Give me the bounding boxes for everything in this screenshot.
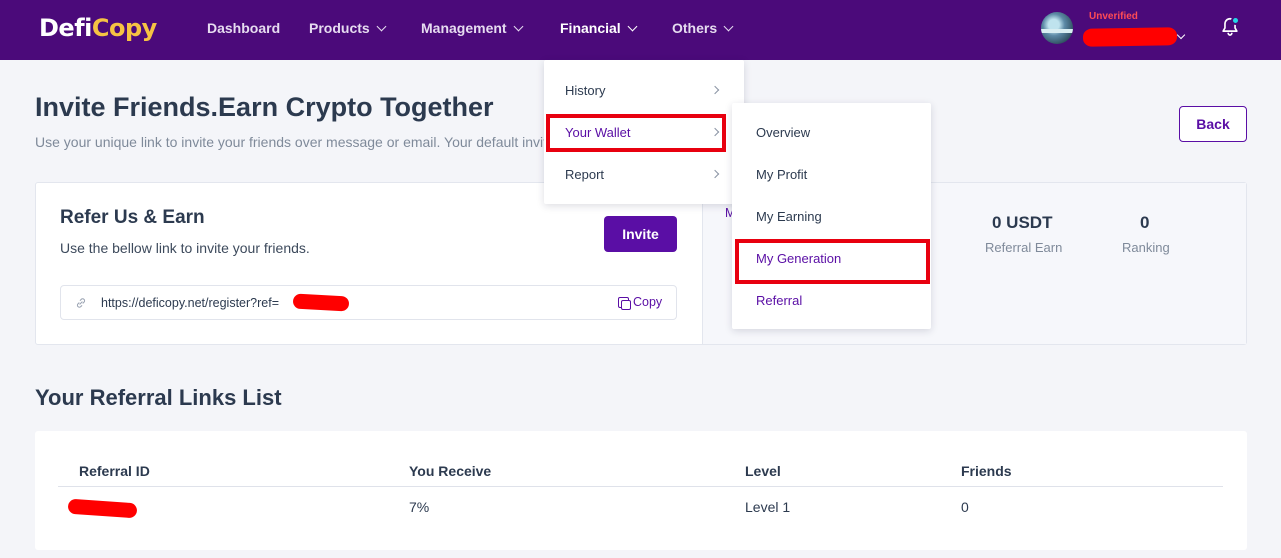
logo-text-defi: Defi	[39, 14, 92, 42]
copy-label: Copy	[633, 295, 663, 309]
nav-dashboard[interactable]: Dashboard	[207, 20, 280, 36]
nav-products[interactable]: Products	[309, 20, 387, 36]
nav-dashboard-label: Dashboard	[207, 20, 281, 36]
nav-management[interactable]: Management	[421, 20, 524, 36]
submenu-item-overview[interactable]: Overview	[756, 125, 810, 140]
redacted-ref-code	[292, 293, 350, 312]
menu-item-history[interactable]: History	[565, 83, 605, 98]
highlight-box-your-wallet	[546, 114, 726, 152]
nav-products-label: Products	[309, 20, 370, 36]
submenu-item-my-earning[interactable]: My Earning	[756, 209, 822, 224]
table-header-divider	[58, 486, 1223, 487]
deficopy-logo[interactable]: DefiCopy	[39, 14, 157, 42]
menu-item-report[interactable]: Report	[565, 167, 604, 182]
nav-financial[interactable]: Financial	[560, 20, 638, 36]
nav-others-label: Others	[672, 20, 718, 36]
chevron-down-icon	[376, 21, 387, 31]
column-header-you-receive: You Receive	[409, 463, 492, 479]
referral-table	[35, 431, 1247, 550]
referral-link-text: https://deficopy.net/register?ref=	[101, 296, 279, 310]
highlight-box-my-generation	[735, 239, 930, 284]
chevron-down-icon	[627, 21, 638, 31]
copy-link-button[interactable]: Copy	[618, 295, 663, 310]
refer-card-title: Refer Us & Earn	[60, 207, 205, 228]
column-header-referral-id: Referral ID	[79, 463, 150, 479]
cell-level: Level 1	[745, 499, 791, 515]
chevron-down-icon	[723, 21, 734, 31]
nav-financial-label: Financial	[560, 20, 621, 36]
referral-earn-label: Referral Earn	[985, 240, 1063, 255]
page-title: Invite Friends.Earn Crypto Together	[35, 92, 494, 122]
referral-earn-value: 0 USDT	[992, 213, 1053, 232]
chevron-down-icon	[513, 21, 524, 31]
page-subtitle: Use your unique link to invite your frie…	[35, 134, 548, 150]
back-button[interactable]: Back	[1179, 106, 1247, 142]
cell-you-receive: 7%	[409, 499, 430, 515]
redacted-username	[1082, 27, 1178, 47]
column-header-level: Level	[745, 463, 781, 479]
ranking-value: 0	[1140, 213, 1150, 232]
referral-list-title: Your Referral Links List	[35, 385, 282, 410]
submenu-item-referral[interactable]: Referral	[756, 293, 802, 308]
notification-dot	[1231, 16, 1240, 25]
column-header-friends: Friends	[961, 463, 1012, 479]
nav-management-label: Management	[421, 20, 507, 36]
referral-link-field[interactable]: https://deficopy.net/register?ref= Copy	[60, 285, 677, 320]
invite-button[interactable]: Invite	[604, 216, 677, 252]
user-avatar[interactable]	[1041, 12, 1073, 44]
logo-text-copy: Copy	[91, 14, 157, 42]
nav-others[interactable]: Others	[672, 20, 734, 36]
ranking-label: Ranking	[1122, 240, 1170, 255]
copy-icon	[618, 296, 631, 310]
cell-friends: 0	[961, 499, 969, 515]
refer-card-subtitle: Use the bellow link to invite your frien…	[60, 240, 310, 256]
submenu-item-my-profit[interactable]: My Profit	[756, 167, 807, 182]
user-status-badge: Unverified	[1089, 11, 1138, 22]
link-icon	[76, 298, 86, 308]
